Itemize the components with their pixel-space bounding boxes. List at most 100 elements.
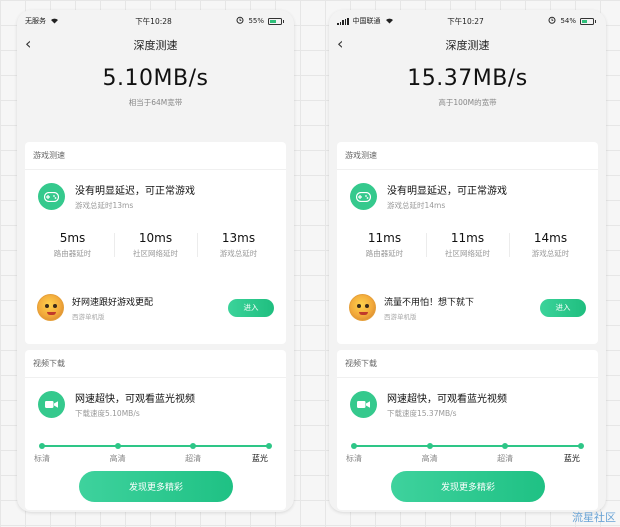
battery-fill [582, 19, 588, 23]
chevron-left-icon[interactable]: ‹ [25, 34, 31, 53]
game-test-card: 游戏测速 没有明显延迟，可正常游戏 游戏总延时13ms 5ms 路由器延时 10… [25, 142, 286, 344]
game-card-title: 游戏测速 [25, 142, 286, 170]
stat-community: 11ms 社区网络延时 [426, 231, 509, 259]
video-status-title: 网速超快，可观看蓝光视频 [387, 394, 507, 405]
speed-summary: 15.37MB/s 高于100M的宽带 [329, 58, 606, 142]
quality-label: 超清 [185, 454, 202, 463]
status-bar: 中国联通 下午10:27 54% [329, 10, 606, 32]
battery-percent: 55% [248, 17, 264, 25]
quality-label: 超清 [497, 454, 514, 463]
latency-stats: 11ms 路由器延时 11ms 社区网络延时 14ms 游戏总延时 [337, 231, 598, 259]
promo-subtitle: 西游单机版 [384, 312, 417, 321]
stat-router: 5ms 路由器延时 [31, 231, 114, 259]
battery-percent: 54% [560, 17, 576, 25]
speed-equivalent: 相当于64M宽带 [128, 98, 183, 107]
video-card-title: 视频下载 [25, 350, 286, 378]
video-quality-track: 标清 高清 超清 蓝光 [346, 443, 584, 465]
latency-stats: 5ms 路由器延时 10ms 社区网络延时 13ms 游戏总延时 [25, 231, 286, 259]
quality-dot [114, 443, 121, 449]
gamepad-icon [38, 183, 65, 210]
stat-label: 社区网络延时 [133, 249, 178, 258]
stat-label: 路由器延时 [365, 249, 404, 258]
speed-summary: 5.10MB/s 相当于64M宽带 [17, 58, 294, 142]
battery-icon [580, 17, 596, 25]
battery-icon [268, 17, 284, 25]
game-status-title: 没有明显延迟，可正常游戏 [387, 186, 507, 197]
status-time: 下午10:28 [135, 16, 172, 26]
alarm-icon [548, 16, 556, 26]
video-status: 网速超快，可观看蓝光视频 下载速度15.37MB/s [337, 378, 598, 419]
quality-line [39, 443, 272, 449]
quality-label: 标清 [346, 454, 362, 463]
quality-label: 标清 [34, 454, 50, 463]
promo-subtitle: 西游单机版 [72, 312, 105, 321]
enter-button[interactable]: 进入 [228, 298, 274, 317]
phone-screen-left: 无服务 下午10:28 55% ‹ 深度测速 5.10MB/s 相当于64M宽带… [17, 10, 294, 512]
stat-value: 11ms [367, 231, 402, 245]
video-status-sub: 下载速度15.37MB/s [387, 409, 457, 418]
chevron-left-icon[interactable]: ‹ [337, 34, 343, 53]
stat-value: 10ms [138, 231, 173, 245]
nav-bar: ‹ 深度测速 [329, 32, 606, 58]
status-time: 下午10:27 [447, 16, 484, 26]
carrier-label: 无服务 [25, 17, 46, 25]
video-status-sub: 下载速度5.10MB/s [75, 409, 140, 418]
signal-icon [337, 17, 349, 25]
game-status-sub: 游戏总延时13ms [75, 201, 134, 210]
phone-screen-right: 中国联通 下午10:27 54% ‹ 深度测速 15.37MB/s 高于100M… [329, 10, 606, 512]
quality-label: 高清 [109, 454, 126, 463]
speed-equivalent: 高于100M的宽带 [438, 98, 497, 107]
stat-value: 5ms [59, 231, 86, 245]
stat-value: 13ms [221, 231, 256, 245]
game-status-sub: 游戏总延时14ms [387, 201, 446, 210]
game-mascot-icon [349, 294, 376, 321]
battery-fill [270, 19, 276, 23]
speed-value: 15.37MB/s [407, 66, 528, 91]
stat-label: 游戏总延时 [531, 249, 570, 258]
stat-community: 10ms 社区网络延时 [114, 231, 197, 259]
stat-label: 社区网络延时 [445, 249, 490, 258]
page-title: 深度测速 [445, 39, 490, 52]
quality-label-active: 蓝光 [563, 454, 580, 463]
quality-dot [502, 443, 509, 449]
video-quality-track: 标清 高清 超清 蓝光 [34, 443, 272, 465]
quality-dot [190, 443, 197, 449]
discover-more-button[interactable]: 发现更多精彩 [391, 471, 545, 502]
stat-label: 路由器延时 [53, 249, 92, 258]
stat-router: 11ms 路由器延时 [343, 231, 426, 259]
game-mascot-icon [37, 294, 64, 321]
quality-dot [266, 443, 272, 449]
game-status: 没有明显延迟，可正常游戏 游戏总延时14ms [337, 170, 598, 211]
video-status: 网速超快，可观看蓝光视频 下载速度5.10MB/s [25, 378, 286, 419]
quality-label-active: 蓝光 [251, 454, 268, 463]
game-promo: 流量不用怕！想下就下 西游单机版 进入 [337, 294, 598, 321]
stat-total: 14ms 游戏总延时 [509, 231, 592, 259]
enter-button[interactable]: 进入 [540, 298, 586, 317]
stat-value: 14ms [533, 231, 568, 245]
stat-total: 13ms 游戏总延时 [197, 231, 280, 259]
video-status-title: 网速超快，可观看蓝光视频 [75, 394, 195, 405]
quality-dot [426, 443, 433, 449]
carrier-label: 中国联通 [352, 17, 381, 25]
promo-title: 好网速跟好游戏更配 [72, 297, 154, 308]
video-card-title: 视频下载 [337, 350, 598, 378]
game-test-card: 游戏测速 没有明显延迟，可正常游戏 游戏总延时14ms 11ms 路由器延时 1… [337, 142, 598, 344]
page-title: 深度测速 [133, 39, 178, 52]
quality-line [351, 443, 584, 449]
game-card-title: 游戏测速 [337, 142, 598, 170]
speed-value: 5.10MB/s [102, 66, 209, 91]
quality-dot [39, 443, 45, 449]
stat-value: 11ms [450, 231, 485, 245]
promo-title: 流量不用怕！想下就下 [384, 297, 475, 308]
gamepad-icon [350, 183, 377, 210]
alarm-icon [236, 16, 244, 26]
quality-dot [578, 443, 584, 449]
discover-more-button[interactable]: 发现更多精彩 [79, 471, 233, 502]
wifi-icon [385, 17, 394, 26]
wifi-icon [50, 17, 59, 26]
video-camera-icon [38, 391, 65, 418]
game-promo: 好网速跟好游戏更配 西游单机版 进入 [25, 294, 286, 321]
quality-label: 高清 [421, 454, 438, 463]
quality-dot [351, 443, 357, 449]
stat-label: 游戏总延时 [219, 249, 258, 258]
